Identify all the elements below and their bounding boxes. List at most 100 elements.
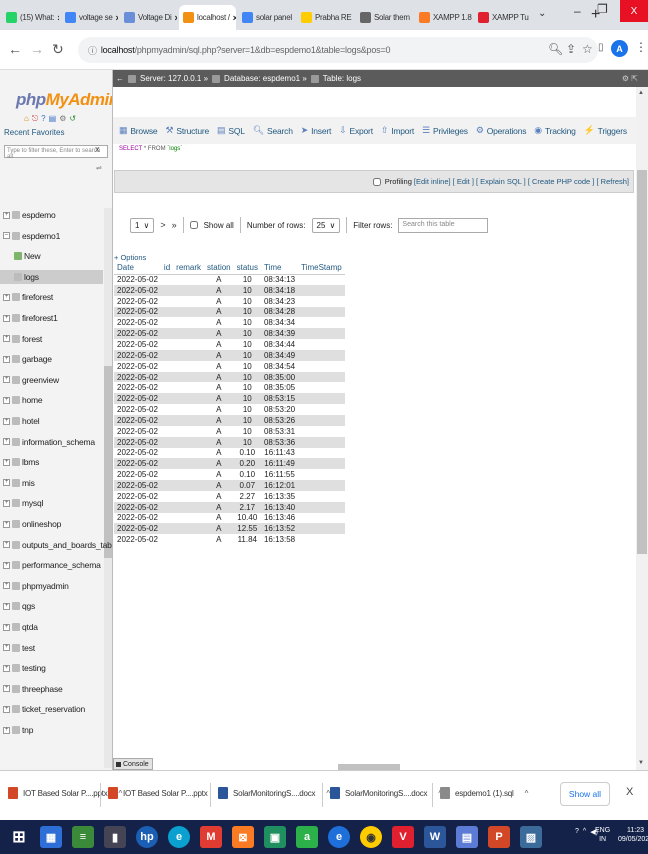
column-header-remark[interactable]: remark [173, 262, 205, 275]
column-header-time[interactable]: Time [260, 262, 299, 275]
tree-item-information-schema[interactable]: + information_schema [3, 435, 95, 449]
tab-tracking[interactable]: ◉ Tracking [534, 125, 576, 136]
expand-icon[interactable]: + [3, 458, 10, 466]
table-row[interactable]: 2022-05-02 A 10 08:53:15 [114, 393, 345, 405]
next-page-button[interactable]: > [160, 220, 165, 230]
collapse-arrow-icon[interactable]: ← [116, 74, 124, 83]
table-row[interactable]: 2022-05-02 A 10 08:34:34 [114, 317, 345, 329]
breadcrumb-server[interactable]: Server: 127.0.0.1 » [140, 74, 208, 83]
close-tab-icon[interactable]: × [233, 13, 236, 23]
tree-item-lbms[interactable]: + lbms [3, 455, 39, 469]
table-row[interactable]: 2022-05-02 A 0.20 16:11:49 [114, 458, 345, 470]
expand-icon[interactable]: + [3, 396, 10, 404]
reload-icon[interactable]: ↻ [52, 41, 64, 58]
download-item[interactable]: SolarMonitoringS....docx^ [330, 787, 442, 799]
home-icon[interactable]: ⌂ [24, 114, 29, 124]
store-icon[interactable]: ▣ [264, 826, 286, 848]
last-page-button[interactable]: » [172, 220, 177, 230]
site-info-icon[interactable]: ⓘ [88, 44, 97, 57]
tray-overflow-icon[interactable]: ^ [583, 828, 586, 836]
expand-icon[interactable]: + [3, 561, 10, 569]
download-item[interactable]: IOT Based Solar P....pptx^ [108, 787, 222, 799]
main-scrollbar-thumb[interactable] [637, 170, 647, 554]
tree-item-tnp[interactable]: + tnp [3, 723, 33, 737]
table-row[interactable]: 2022-05-02 A 10 08:53:36 [114, 436, 345, 448]
tree-item-mysql[interactable]: + mysql [3, 496, 43, 510]
browser-tab[interactable]: voltage se× [61, 5, 118, 30]
query-action-links[interactable]: [Edit inline] [ Edit ] [ Explain SQL ] [… [414, 177, 629, 186]
tree-item-home[interactable]: + home [3, 393, 43, 407]
photos-icon[interactable]: ▨ [520, 826, 542, 848]
table-row[interactable]: 2022-05-02 A 10 08:53:20 [114, 404, 345, 415]
tab-operations[interactable]: ⚙ Operations [476, 125, 527, 136]
show-all-checkbox[interactable] [189, 221, 198, 229]
breadcrumb-database[interactable]: Database: espdemo1 » [224, 74, 307, 83]
expand-icon[interactable]: + [3, 541, 10, 549]
tree-item-test[interactable]: + test [3, 641, 35, 655]
expand-icon[interactable]: + [3, 520, 10, 528]
tab-insert[interactable]: ➤ Insert [301, 125, 332, 136]
tree-scrollbar-thumb[interactable] [104, 366, 112, 558]
close-tab-icon[interactable]: × [57, 13, 59, 23]
xampp-help-icon[interactable]: V [392, 826, 414, 848]
expand-icon[interactable]: + [3, 479, 10, 487]
options-link[interactable]: + Options [114, 253, 146, 262]
expand-icon[interactable]: + [3, 499, 10, 507]
clear-filter-icon[interactable]: X [95, 147, 100, 154]
table-row[interactable]: 2022-05-02 A 10 08:34:39 [114, 328, 345, 340]
browser-tab[interactable]: Solar them× [356, 5, 413, 30]
expand-icon[interactable]: + [3, 705, 10, 713]
column-header-date[interactable]: Date [114, 262, 161, 275]
reload-navigation-icon[interactable]: ↺ [69, 114, 76, 124]
clock[interactable]: 11:23 09/05/2022 [618, 826, 648, 844]
tree-filter-input[interactable]: Type to filter these, Enter to search al… [4, 145, 108, 160]
hp-icon[interactable]: hp [136, 826, 158, 848]
browser-tab[interactable]: (15) What:× [2, 5, 59, 30]
close-window-button[interactable]: X [620, 0, 648, 22]
table-row[interactable]: 2022-05-02 A 10 08:53:26 [114, 414, 345, 426]
powerpoint-icon[interactable]: P [488, 826, 510, 848]
table-row[interactable]: 2022-05-02 A 10 08:34:44 [114, 339, 345, 350]
settings-gear-icon[interactable]: ⚙ [59, 114, 66, 124]
minimize-button[interactable]: – [574, 4, 581, 18]
table-row[interactable]: 2022-05-02 A 10 08:34:13 [114, 274, 345, 285]
column-header-timestamp[interactable]: TimeStamp [298, 262, 345, 275]
close-tab-icon[interactable]: × [174, 13, 177, 23]
edge-icon[interactable]: e [168, 826, 190, 848]
console-toggle[interactable]: Console [113, 758, 153, 770]
expand-icon[interactable]: + [3, 726, 10, 734]
table-row[interactable]: 2022-05-02 A 10 08:35:00 [114, 371, 345, 383]
mcafee-icon[interactable]: M [200, 826, 222, 848]
tree-item-qgs[interactable]: + qgs [3, 599, 35, 613]
documentation-icon[interactable]: ▤ [49, 114, 57, 124]
page-select[interactable]: 1 ∨ [130, 217, 155, 233]
table-row[interactable]: 2022-05-02 A 10.40 16:13:46 [114, 512, 345, 524]
maximize-button[interactable]: ❐ [597, 2, 608, 16]
tab-structure[interactable]: ⚒ Structure [165, 125, 209, 136]
table-row[interactable]: 2022-05-02 A 2.27 16:13:35 [114, 490, 345, 502]
table-row[interactable]: 2022-05-02 A 10 08:34:23 [114, 295, 345, 307]
app-a-icon[interactable]: a [296, 826, 318, 848]
topbar-settings-icon[interactable]: ⚙ ⇱ [622, 74, 638, 83]
help-icon[interactable]: ? [41, 114, 45, 124]
link-with-main-panel-icon[interactable]: ⇌ [96, 164, 102, 172]
share-icon[interactable]: ⇪ [566, 42, 576, 56]
bookmark-star-icon[interactable]: ☆ [582, 42, 593, 56]
forward-arrow-icon[interactable]: → [30, 41, 44, 57]
expand-icon[interactable]: + [3, 335, 10, 343]
table-row[interactable]: 2022-05-02 A 10 08:35:05 [114, 382, 345, 394]
browser-tab[interactable]: solar panel× [238, 5, 295, 30]
collapse-icon[interactable]: – [3, 232, 10, 240]
side-panel-icon[interactable]: ▯ [598, 42, 604, 53]
table-row[interactable]: 2022-05-02 A 0.07 16:12:01 [114, 480, 345, 491]
profiling-checkbox[interactable] [372, 177, 381, 186]
tab-sql[interactable]: ▤ SQL [217, 125, 245, 136]
tab-export[interactable]: ⇩ Export [339, 125, 373, 136]
tree-item-greenview[interactable]: + greenview [3, 373, 59, 387]
table-row[interactable]: 2022-05-02 A 10 08:34:54 [114, 360, 345, 372]
expand-icon[interactable]: + [3, 602, 10, 610]
tree-item-fireforest1[interactable]: + fireforest1 [3, 311, 58, 325]
file-explorer-icon[interactable]: ▦ [40, 826, 62, 848]
windows-start-icon[interactable]: ⊞ [8, 826, 30, 848]
download-item[interactable]: espdemo1 (1).sql ^ [440, 787, 528, 799]
